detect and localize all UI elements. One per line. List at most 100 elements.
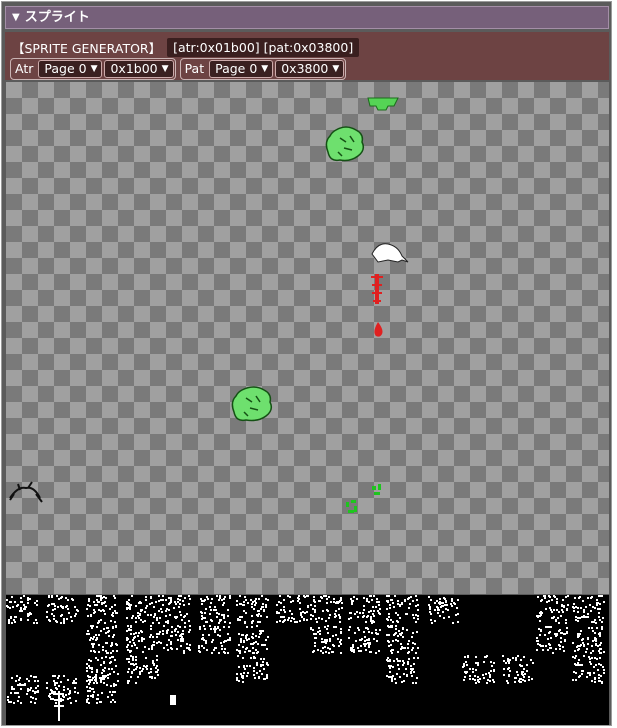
pattern-pixel [446, 604, 448, 606]
pattern-pixel [598, 595, 600, 597]
pattern-pixel [363, 643, 365, 645]
pattern-pixel [593, 666, 595, 668]
pattern-pixel [160, 599, 162, 601]
pattern-pixel [151, 676, 153, 678]
pattern-pixel [389, 667, 391, 669]
pattern-pixel [171, 631, 173, 633]
pattern-pixel [143, 665, 145, 667]
pattern-pixel [244, 622, 246, 624]
pattern-pixel [601, 681, 603, 683]
pattern-pixel [255, 641, 257, 643]
pattern-pixel [162, 599, 164, 601]
pattern-pixel [572, 656, 574, 658]
pattern-pixel [319, 630, 321, 632]
pattern-pixel [153, 663, 155, 665]
atr-page-select[interactable]: Page 0 ▼ [38, 60, 103, 78]
pattern-pixel [100, 681, 102, 683]
pattern-pixel [596, 604, 598, 606]
pattern-pixel [175, 634, 177, 636]
pattern-pixel [70, 702, 72, 704]
pattern-pixel [482, 674, 484, 676]
pattern-pixel [354, 632, 356, 634]
pattern-pixel [90, 650, 92, 652]
pattern-pixel [154, 614, 156, 616]
pattern-pixel [590, 652, 592, 654]
pattern-pixel [555, 635, 557, 637]
pattern-pixel [377, 610, 379, 612]
pattern-pixel [13, 702, 15, 704]
pattern-pixel [436, 606, 438, 608]
pattern-pixel [36, 622, 38, 624]
pattern-pixel [411, 649, 413, 651]
pattern-pixel [326, 598, 328, 600]
pattern-pixel [156, 665, 158, 667]
pattern-pixel [253, 608, 255, 610]
pattern-pixel [166, 632, 168, 634]
pattern-pixel [107, 696, 109, 698]
pattern-pixel [416, 599, 418, 601]
pattern-pixel [134, 644, 136, 646]
pattern-pixel [252, 601, 254, 603]
pattern-pixel [540, 630, 542, 632]
pattern-pixel [112, 691, 114, 693]
pattern-pixel [27, 602, 29, 604]
pattern-pixel [239, 595, 241, 597]
pattern-pixel [386, 618, 388, 620]
pattern-pixel [567, 595, 569, 597]
pattern-pixel [370, 610, 372, 612]
pattern-pixel [353, 649, 355, 651]
pattern-pixel [244, 668, 246, 670]
pattern-pixel [325, 620, 327, 622]
pattern-pixel [358, 650, 360, 652]
pattern-pixel [304, 612, 306, 614]
pattern-pixel [167, 622, 169, 624]
pattern-pixel [597, 608, 599, 610]
pattern-pixel [475, 682, 477, 684]
pattern-pixel [144, 620, 146, 622]
pattern-pixel [50, 689, 52, 691]
panel-titlebar[interactable]: ▼ スプライト [5, 6, 609, 29]
triangle-down-icon[interactable]: ▼ [12, 7, 20, 28]
pat-address-select[interactable]: 0x3800 ▼ [275, 60, 345, 78]
pattern-table[interactable] [6, 595, 609, 725]
pattern-pixel [256, 652, 258, 654]
pattern-pixel [583, 611, 585, 613]
pattern-pixel [132, 656, 134, 658]
atr-address-select[interactable]: 0x1b00 ▼ [104, 60, 174, 78]
pattern-pixel [542, 645, 544, 647]
pattern-pixel [259, 670, 261, 672]
pattern-pixel [490, 661, 492, 663]
pattern-pixel [368, 646, 370, 648]
pattern-pixel [149, 603, 151, 605]
pattern-pixel [265, 598, 267, 600]
pattern-pixel [27, 597, 29, 599]
pattern-pixel [315, 637, 317, 639]
pattern-pixel [428, 604, 430, 606]
pattern-pixel [171, 626, 173, 628]
pattern-pixel [208, 634, 210, 636]
pattern-pixel [579, 596, 581, 598]
pattern-pixel [364, 636, 366, 638]
pattern-pixel [279, 595, 281, 597]
pattern-pixel [267, 664, 269, 666]
pattern-pixel [574, 657, 576, 659]
pattern-pixel [371, 632, 373, 634]
pattern-pixel [139, 673, 141, 675]
pattern-pixel [325, 595, 327, 597]
pat-page-select[interactable]: Page 0 ▼ [209, 60, 274, 78]
pattern-pixel [105, 632, 107, 634]
pattern-pixel [387, 660, 389, 662]
pattern-pixel [363, 597, 365, 599]
pattern-pixel [250, 643, 252, 645]
pattern-pixel [412, 642, 414, 644]
sprite-canvas[interactable] [6, 82, 609, 594]
pattern-pixel [445, 608, 447, 610]
pattern-pixel [104, 601, 106, 603]
pattern-pixel [451, 605, 453, 607]
pattern-pixel [87, 615, 89, 617]
pattern-pixel [544, 597, 546, 599]
pattern-pixel [163, 647, 165, 649]
pattern-pixel [60, 605, 62, 607]
pattern-pixel [116, 644, 118, 646]
pattern-pixel [35, 687, 37, 689]
